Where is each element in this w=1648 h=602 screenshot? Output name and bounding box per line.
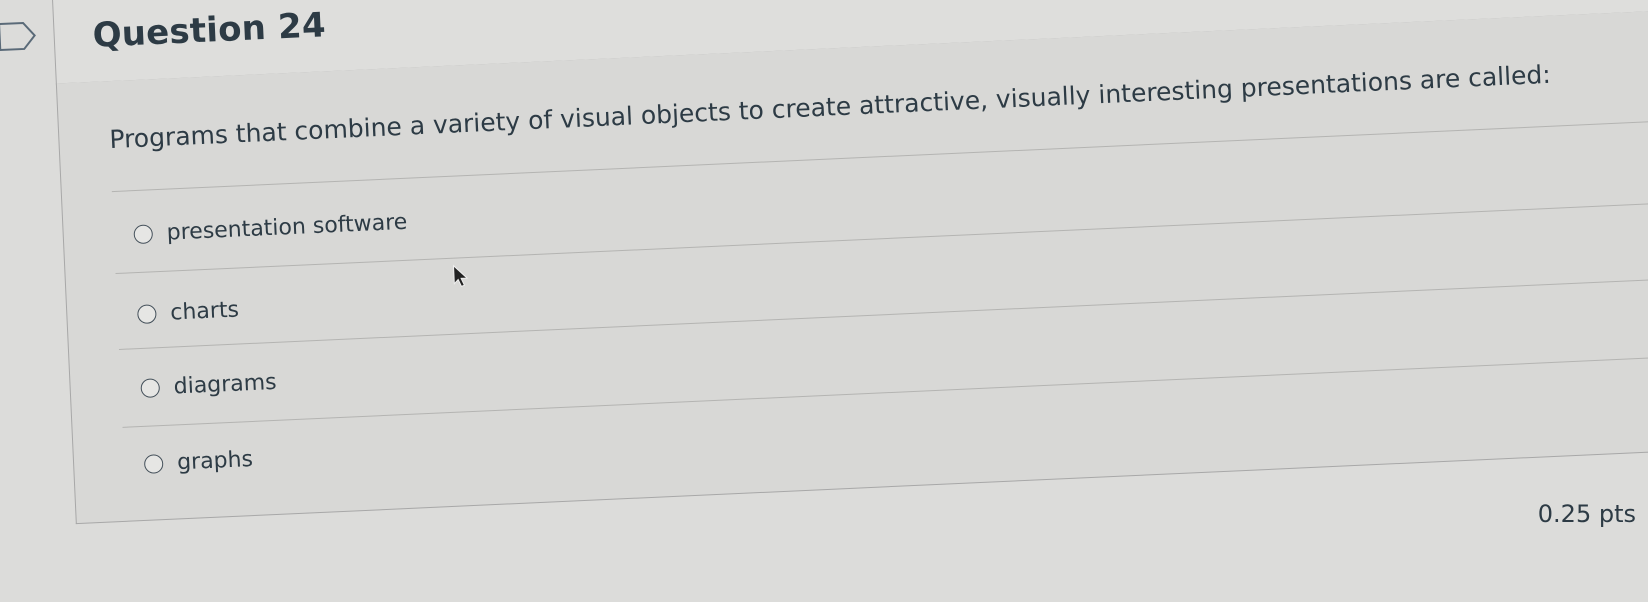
- radio-button[interactable]: [143, 454, 164, 474]
- divider: [122, 354, 1648, 428]
- radio-button[interactable]: [140, 378, 161, 399]
- flag-icon[interactable]: [0, 20, 38, 52]
- radio-button[interactable]: [133, 224, 154, 245]
- question-body: Programs that combine a variety of visua…: [55, 9, 1648, 525]
- answer-label: diagrams: [173, 369, 278, 400]
- answer-option[interactable]: graphs: [143, 447, 254, 477]
- answer-option[interactable]: charts: [136, 297, 240, 327]
- answer-option[interactable]: diagrams: [140, 370, 277, 401]
- mouse-pointer-icon: [452, 264, 469, 287]
- answer-label: charts: [169, 297, 240, 326]
- radio-button[interactable]: [136, 304, 157, 325]
- divider: [118, 276, 1648, 350]
- answer-option[interactable]: presentation software: [133, 210, 408, 247]
- question-title: Question 24: [91, 5, 327, 56]
- answer-label: presentation software: [166, 209, 408, 246]
- answer-label: graphs: [176, 447, 254, 476]
- question-text: Programs that combine a variety of visua…: [108, 59, 1552, 155]
- question-card: Question 24 Programs that combine a vari…: [0, 0, 1648, 602]
- points-label: 0.25 pts: [1537, 500, 1636, 528]
